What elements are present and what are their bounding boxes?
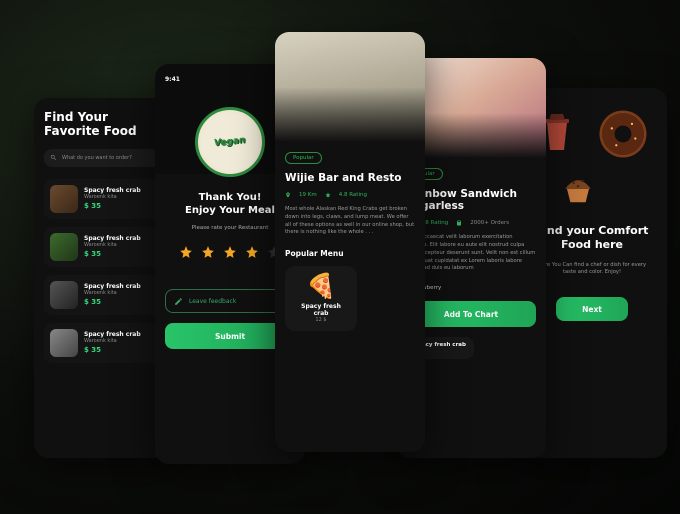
location-icon bbox=[285, 192, 291, 198]
product-description: Nulla occaecat velit laborum exercitatio… bbox=[406, 234, 536, 273]
item-title: Spacy fresh crab bbox=[84, 331, 141, 338]
add-to-cart-button[interactable]: Add To Chart bbox=[406, 301, 536, 327]
popular-chip: Popular bbox=[285, 152, 322, 164]
next-button[interactable]: Next bbox=[556, 297, 628, 321]
restaurant-description: Most whole Alaskan Red King Crabs get br… bbox=[285, 206, 415, 237]
star-icon[interactable] bbox=[223, 245, 237, 259]
item-price: $ 35 bbox=[84, 298, 141, 306]
star-icon[interactable] bbox=[245, 245, 259, 259]
food-thumb bbox=[50, 185, 78, 213]
star-icon[interactable] bbox=[179, 245, 193, 259]
item-subtitle: Waroenk kita bbox=[84, 338, 141, 344]
item-price: $ 35 bbox=[84, 250, 141, 258]
food-thumb bbox=[50, 233, 78, 261]
item-price: $ 35 bbox=[84, 202, 141, 210]
app-showcase: Find Your Favorite Food What do you want… bbox=[0, 0, 680, 514]
menu-item-name: Spacy fresh crab bbox=[293, 303, 349, 317]
star-icon[interactable] bbox=[201, 245, 215, 259]
star-icon bbox=[325, 192, 331, 198]
ingredient-item: Strowberry bbox=[406, 285, 536, 291]
item-title: Spacy fresh crab bbox=[84, 187, 141, 194]
feedback-placeholder: Leave feedback bbox=[189, 298, 236, 305]
item-title: Spacy fresh crab bbox=[84, 283, 141, 290]
bag-icon bbox=[456, 220, 462, 226]
edit-icon bbox=[174, 297, 183, 306]
item-subtitle: Waroenk kita bbox=[84, 194, 141, 200]
menu-item-price: 12 $ bbox=[293, 317, 349, 323]
onboarding-illustration bbox=[527, 110, 657, 206]
donut-icon bbox=[595, 106, 651, 162]
onboarding-heading: Find your ComfortFood here bbox=[527, 224, 657, 252]
muffin-icon bbox=[561, 170, 595, 204]
onboarding-body: Here You Can find a chef or dish for eve… bbox=[533, 262, 651, 278]
restaurant-hero-image bbox=[275, 32, 425, 142]
item-subtitle: Waroenk kita bbox=[84, 290, 141, 296]
menu-card[interactable]: 🍕 Spacy fresh crab 12 $ bbox=[285, 266, 357, 331]
product-title: Rainbow SandwichSugarless bbox=[406, 188, 536, 212]
section-popular-menu: Popular Menu bbox=[285, 249, 415, 258]
product-meta: 4.8 Rating 2000+ Orders bbox=[406, 220, 536, 226]
brand-logo: Vegan bbox=[195, 107, 265, 177]
food-thumb bbox=[50, 281, 78, 309]
item-title: Spacy fresh crab bbox=[84, 235, 141, 242]
restaurant-title: Wijie Bar and Resto bbox=[285, 172, 415, 184]
item-price: $ 35 bbox=[84, 346, 141, 354]
pizza-icon: 🍕 bbox=[293, 274, 349, 298]
search-placeholder: What do you want to order? bbox=[62, 155, 132, 161]
item-subtitle: Waroenk kita bbox=[84, 242, 141, 248]
restaurant-meta: 19 Km 4.8 Rating bbox=[285, 192, 415, 198]
food-thumb bbox=[50, 329, 78, 357]
screen-restaurant: Popular Wijie Bar and Resto 19 Km 4.8 Ra… bbox=[275, 32, 425, 452]
search-icon bbox=[50, 154, 57, 161]
